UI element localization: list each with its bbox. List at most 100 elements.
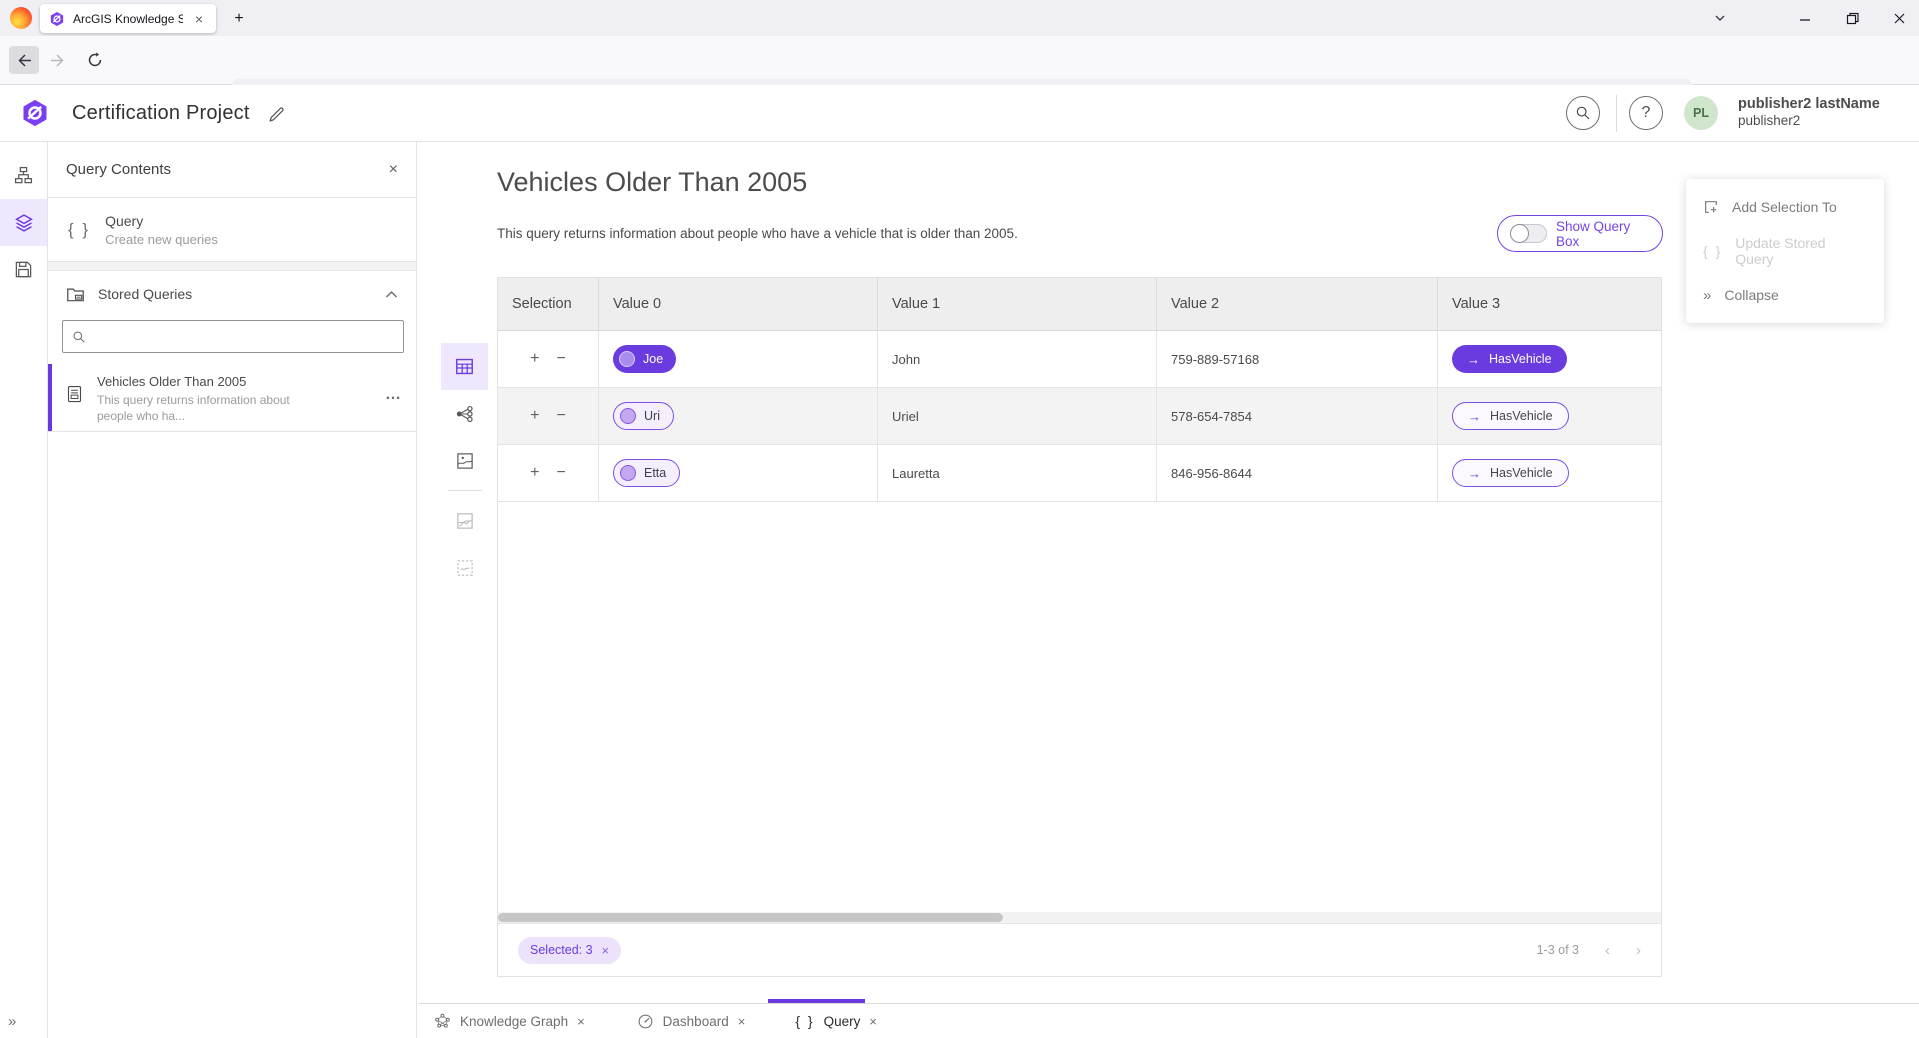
stored-query-item[interactable]: Vehicles Older Than 2005 This query retu… <box>48 364 416 432</box>
help-button[interactable]: ? <box>1629 96 1663 130</box>
show-query-box-toggle[interactable]: Show Query Box <box>1497 215 1663 252</box>
add-to-selection-icon[interactable]: + <box>530 465 539 481</box>
user-info[interactable]: publisher2 lastName publisher2 <box>1738 95 1880 130</box>
query-contents-panel: Query Contents × { } Query Create new qu… <box>48 142 417 1038</box>
menu-item-update-stored-query[interactable]: { } Update Stored Query <box>1686 229 1884 273</box>
back-icon[interactable] <box>9 46 39 74</box>
tab-dashboard[interactable]: Dashboard × <box>623 1004 760 1038</box>
chevron-up-icon[interactable] <box>385 290 398 299</box>
query-create-item[interactable]: { } Query Create new queries <box>48 198 416 262</box>
table-empty-area <box>498 502 1661 912</box>
entity-label: Joe <box>643 352 663 366</box>
table-row[interactable]: + − Joe John 759-889-57168 → HasVehicle <box>498 331 1661 388</box>
column-header-value0[interactable]: Value 0 <box>599 278 878 330</box>
toggle-switch[interactable] <box>1510 224 1547 243</box>
rail-contents-icon[interactable] <box>0 152 47 199</box>
context-menu: Add Selection To { } Update Stored Query… <box>1686 179 1884 323</box>
remove-from-selection-icon[interactable]: − <box>557 408 566 424</box>
search-button[interactable] <box>1566 96 1600 130</box>
left-rail: » <box>0 142 48 1038</box>
link-chart-view-icon[interactable] <box>441 390 488 437</box>
project-title: Certification Project <box>72 102 250 125</box>
entity-label: Uri <box>644 409 660 423</box>
browser-tab-title: ArcGIS Knowledge Studio <box>73 12 183 26</box>
more-options-icon[interactable]: … <box>385 386 402 404</box>
horizontal-scrollbar[interactable] <box>498 912 1661 923</box>
collapse-icon: » <box>1703 287 1711 304</box>
selected-count-chip[interactable]: Selected: 3 × <box>518 937 621 964</box>
menu-item-add-selection-to[interactable]: Add Selection To <box>1686 185 1884 229</box>
remove-from-selection-icon[interactable]: − <box>557 465 566 481</box>
cell-value1: Uriel <box>878 388 1157 444</box>
browser-tab-bar: ArcGIS Knowledge Studio × + <box>0 0 1919 36</box>
edit-pencil-icon[interactable] <box>268 105 286 123</box>
tab-knowledge-graph[interactable]: Knowledge Graph × <box>420 1004 599 1038</box>
panel-title: Query Contents <box>66 161 389 178</box>
reload-icon[interactable] <box>80 46 110 74</box>
rail-save-icon[interactable] <box>0 246 47 293</box>
rail-layers-icon[interactable] <box>0 199 47 246</box>
avatar[interactable]: PL <box>1684 96 1718 130</box>
tab-close-icon[interactable]: × <box>738 1014 746 1029</box>
column-header-value1[interactable]: Value 1 <box>878 278 1157 330</box>
clear-selection-icon[interactable]: × <box>602 943 610 958</box>
table-row[interactable]: + − Uri Uriel 578-654-7854 → HasVehicle <box>498 388 1661 445</box>
braces-icon: { } <box>795 1013 814 1029</box>
relationship-label: HasVehicle <box>1490 466 1553 480</box>
window-close-icon[interactable] <box>1879 0 1919 36</box>
document-icon <box>66 385 83 403</box>
column-header-value3[interactable]: Value 3 <box>1438 278 1661 330</box>
menu-item-collapse[interactable]: » Collapse <box>1686 273 1884 317</box>
entity-pill[interactable]: Uri <box>613 402 674 430</box>
stored-queries-search[interactable] <box>62 320 404 353</box>
page-description: This query returns information about peo… <box>497 226 1018 241</box>
table-row[interactable]: + − Etta Lauretta 846-956-8644 → HasVehi… <box>498 445 1661 502</box>
column-header-selection[interactable]: Selection <box>498 278 599 330</box>
forward-icon[interactable] <box>42 46 72 74</box>
map-overlay-view-icon[interactable] <box>441 497 488 544</box>
remove-from-selection-icon[interactable]: − <box>557 351 566 367</box>
tab-query[interactable]: { } Query × <box>781 1004 891 1038</box>
entity-dot-icon <box>620 465 636 481</box>
window-restore-icon[interactable] <box>1832 0 1872 36</box>
new-tab-button[interactable]: + <box>228 8 250 30</box>
next-page-icon[interactable]: › <box>1636 942 1641 959</box>
expand-rail-icon[interactable]: » <box>8 1013 14 1030</box>
view-toolbar <box>441 343 488 591</box>
relationship-pill[interactable]: → HasVehicle <box>1452 459 1569 487</box>
tab-close-icon[interactable]: × <box>191 11 207 27</box>
window-minimize-icon[interactable] <box>1785 0 1825 36</box>
menu-item-label: Add Selection To <box>1732 199 1837 215</box>
entity-pill[interactable]: Etta <box>613 459 680 487</box>
entity-pill[interactable]: Joe <box>613 345 676 373</box>
selected-indicator-bar <box>48 364 52 431</box>
relationship-pill[interactable]: → HasVehicle <box>1452 345 1567 373</box>
tab-close-icon[interactable]: × <box>577 1014 585 1029</box>
tab-list-chevron-icon[interactable] <box>1700 0 1740 36</box>
stored-queries-title: Stored Queries <box>98 286 372 302</box>
prev-page-icon[interactable]: ‹ <box>1605 942 1610 959</box>
selection-map-view-icon[interactable] <box>441 544 488 591</box>
firefox-icon[interactable] <box>10 7 32 29</box>
scrollbar-thumb[interactable] <box>498 913 1003 922</box>
search-input[interactable] <box>94 329 394 344</box>
map-view-icon[interactable] <box>441 437 488 484</box>
column-header-value2[interactable]: Value 2 <box>1157 278 1438 330</box>
tab-close-icon[interactable]: × <box>869 1014 877 1029</box>
table-header-row: Selection Value 0 Value 1 Value 2 Value … <box>498 278 1661 331</box>
table-view-icon[interactable] <box>441 343 488 390</box>
browser-tab[interactable]: ArcGIS Knowledge Studio × <box>40 4 216 33</box>
stored-queries-header[interactable]: Stored Queries <box>48 271 416 317</box>
add-to-selection-icon[interactable]: + <box>530 351 539 367</box>
panel-close-icon[interactable]: × <box>389 162 398 178</box>
browser-nav-bar: https://dev0028833.esri.com/portal/apps/… <box>0 36 1919 85</box>
query-item-title: Query <box>105 213 218 229</box>
search-icon <box>72 330 86 344</box>
header-divider <box>1616 95 1617 132</box>
toolbar-divider <box>448 490 482 491</box>
add-to-selection-icon[interactable]: + <box>530 408 539 424</box>
page-title: Vehicles Older Than 2005 <box>497 167 807 198</box>
menu-item-label: Update Stored Query <box>1735 235 1867 267</box>
knowledge-graph-icon <box>434 1013 451 1029</box>
relationship-pill[interactable]: → HasVehicle <box>1452 402 1569 430</box>
